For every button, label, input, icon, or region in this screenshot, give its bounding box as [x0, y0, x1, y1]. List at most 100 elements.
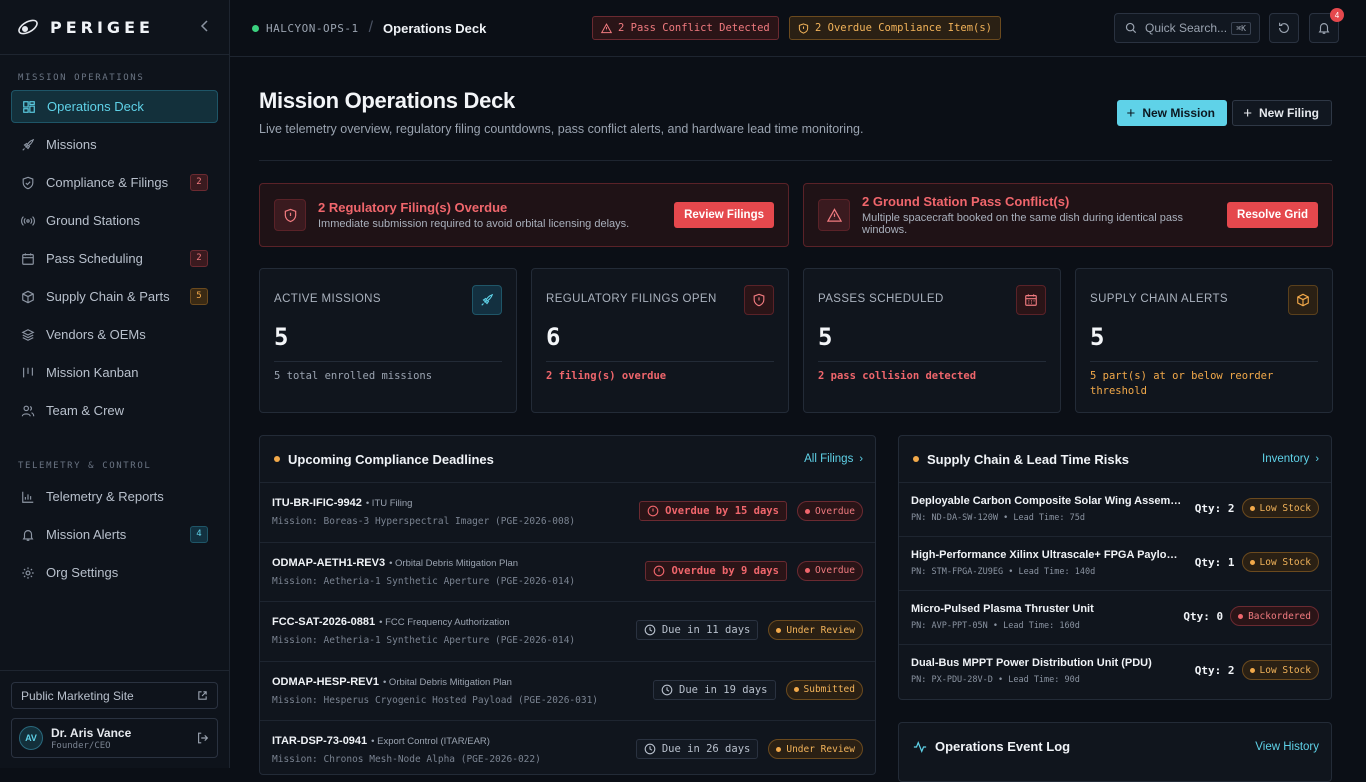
- status-badge: Under Review: [768, 620, 863, 640]
- status-badge: Low Stock: [1241, 660, 1319, 680]
- list-item[interactable]: Micro-Pulsed Plasma Thruster Unit PN: AV…: [899, 591, 1331, 645]
- count-badge: 2: [190, 250, 208, 267]
- refresh-button[interactable]: [1269, 13, 1299, 43]
- stat-card-filings-open[interactable]: REGULATORY FILINGS OPEN 6 2 filing(s) ov…: [531, 268, 789, 413]
- pass-conflict-chip[interactable]: 2 Pass Conflict Detected: [592, 16, 779, 40]
- stat-value: 6: [546, 323, 561, 351]
- resolve-grid-button[interactable]: Resolve Grid: [1227, 202, 1318, 228]
- sidebar-item-pass-scheduling[interactable]: Pass Scheduling 2: [11, 242, 218, 275]
- filing-id: ITAR-DSP-73-0941: [272, 735, 368, 747]
- inventory-link[interactable]: Inventory ›: [1262, 453, 1319, 465]
- users-icon: [21, 405, 35, 416]
- pass-conflict-banner: 2 Ground Station Pass Conflict(s) Multip…: [803, 183, 1333, 247]
- collapse-sidebar-icon[interactable]: [197, 19, 213, 35]
- banner-description: Immediate submission required to avoid o…: [318, 218, 630, 230]
- banner-title: 2 Ground Station Pass Conflict(s): [862, 194, 1070, 209]
- divider: [274, 361, 502, 362]
- section-title-telemetry-control: TELEMETRY & CONTROL: [18, 461, 152, 471]
- filing-id: ODMAP-AETH1-REV3: [272, 556, 386, 569]
- public-marketing-site-link[interactable]: Public Marketing Site: [11, 682, 218, 709]
- logout-icon[interactable]: [196, 731, 210, 745]
- part-name: Micro-Pulsed Plasma Thruster Unit: [911, 603, 1094, 615]
- due-badge: Due in 19 days: [653, 679, 776, 700]
- new-filing-button[interactable]: + New Filing: [1232, 100, 1332, 126]
- compliance-overdue-chip[interactable]: 2 Overdue Compliance Item(s): [789, 16, 1002, 40]
- status-dot: [804, 568, 810, 573]
- stat-card-active-missions[interactable]: ACTIVE MISSIONS 5 5 total enrolled missi…: [259, 268, 517, 413]
- filing-type: • ITU Filing: [365, 498, 413, 509]
- breadcrumb-current: Operations Deck: [383, 20, 487, 36]
- due-label: Overdue by 9 days: [671, 564, 779, 577]
- sidebar-footer: Public Marketing Site AV Dr. Aris Vance …: [0, 670, 229, 768]
- user-name: Dr. Aris Vance: [51, 725, 132, 740]
- sidebar-item-team-crew[interactable]: Team & Crew: [11, 394, 218, 427]
- sidebar-item-supply-chain[interactable]: Supply Chain & Parts 5: [11, 280, 218, 313]
- compliance-deadlines-panel: Upcoming Compliance Deadlines All Filing…: [259, 435, 876, 775]
- list-item[interactable]: Dual-Bus MPPT Power Distribution Unit (P…: [899, 645, 1331, 699]
- status-dot: [1238, 613, 1244, 619]
- view-history-link[interactable]: View History: [1255, 741, 1319, 753]
- panel-title: Supply Chain & Lead Time Risks: [927, 451, 1130, 467]
- clock-icon: [644, 624, 656, 636]
- workspace-name[interactable]: HALCYON-OPS-1: [266, 22, 359, 35]
- new-mission-button[interactable]: + New Mission: [1116, 100, 1227, 126]
- layers-icon: [21, 328, 35, 341]
- quick-search-input[interactable]: Quick Search... ⌘K: [1114, 13, 1260, 43]
- panel-header: Operations Event Log View History: [899, 723, 1331, 770]
- sidebar-item-ground-stations[interactable]: Ground Stations: [11, 204, 218, 237]
- rocket-icon: [22, 138, 35, 151]
- due-label: Overdue by 15 days: [665, 505, 779, 517]
- list-item[interactable]: Deployable Carbon Composite Solar Wing A…: [899, 483, 1331, 537]
- part-qty: Qty: 0: [1183, 609, 1224, 623]
- sidebar-item-missions[interactable]: Missions: [11, 128, 218, 161]
- count-badge: 4: [190, 526, 208, 543]
- link-label: Inventory: [1262, 453, 1310, 465]
- list-item[interactable]: High-Performance Xilinx Ultrascale+ FPGA…: [899, 537, 1331, 591]
- sidebar-item-compliance-filings[interactable]: Compliance & Filings 2: [11, 166, 218, 199]
- table-row[interactable]: ITAR-DSP-73-0941 • Export Control (ITAR/E…: [260, 721, 875, 774]
- shield-alert-icon: [744, 285, 774, 315]
- filing-mission: Mission: Aetheria-1 Synthetic Aperture (…: [272, 635, 576, 646]
- user-card[interactable]: AV Dr. Aris Vance Founder/CEO: [11, 718, 218, 758]
- banner-title: 2 Regulatory Filing(s) Overdue: [318, 200, 508, 215]
- alert-circle-icon: [654, 565, 665, 576]
- pass-conflict-chip-label: 2 Pass Conflict Detected: [618, 22, 770, 34]
- table-row[interactable]: ODMAP-HESP-REV1 • Orbital Debris Mitigati…: [260, 662, 875, 721]
- sidebar-item-operations-deck[interactable]: Operations Deck: [11, 90, 218, 123]
- table-row[interactable]: ITU-BR-IFIC-9942 • ITU Filing Mission: Bo…: [260, 483, 875, 543]
- stat-card-supply-alerts[interactable]: SUPPLY CHAIN ALERTS 5 5 part(s) at or be…: [1075, 268, 1333, 413]
- filing-type: • FCC Frequency Authorization: [379, 617, 510, 628]
- table-row[interactable]: FCC-SAT-2026-0881 • FCC Frequency Authori…: [260, 602, 875, 662]
- sidebar-item-vendors[interactable]: Vendors & OEMs: [11, 318, 218, 351]
- package-icon: [22, 290, 34, 303]
- stat-value: 5: [1090, 323, 1105, 351]
- review-filings-button[interactable]: Review Filings: [674, 202, 774, 228]
- page-header: Mission Operations Deck Live telemetry o…: [259, 57, 1332, 161]
- stat-note: 5 part(s) at or below reorder threshold: [1090, 370, 1274, 397]
- filing-id: FCC-SAT-2026-0881: [272, 616, 376, 628]
- part-meta: PN: PX-PDU-28V-D • Lead Time: 90d: [911, 675, 1080, 685]
- sidebar-item-mission-alerts[interactable]: Mission Alerts 4: [11, 518, 218, 551]
- part-name: Dual-Bus MPPT Power Distribution Unit (P…: [911, 657, 1152, 669]
- filing-mission: Mission: Aetheria-1 Synthetic Aperture (…: [272, 575, 576, 587]
- filing-id: ODMAP-HESP-REV1: [272, 675, 379, 688]
- all-filings-link[interactable]: All Filings ›: [804, 453, 863, 465]
- status-label: Overdue: [814, 565, 855, 576]
- new-filing-label: New Filing: [1259, 106, 1319, 120]
- plus-icon: +: [1126, 104, 1136, 122]
- table-row[interactable]: ODMAP-AETH1-REV3 • Orbital Debris Mitigat…: [260, 543, 875, 602]
- sidebar-item-org-settings[interactable]: Org Settings: [11, 556, 218, 589]
- alert-banners: 2 Regulatory Filing(s) Overdue Immediate…: [259, 183, 1333, 247]
- sidebar-item-telemetry-reports[interactable]: Telemetry & Reports: [11, 480, 218, 513]
- stat-value: 5: [274, 323, 289, 351]
- chevron-right-icon: ›: [1315, 453, 1319, 465]
- marketing-link-label: Public Marketing Site: [21, 688, 134, 703]
- due-badge: Overdue by 9 days: [645, 560, 787, 581]
- notifications-button[interactable]: 4: [1309, 8, 1344, 43]
- sidebar-item-label: Telemetry & Reports: [46, 489, 164, 504]
- stat-card-passes-scheduled[interactable]: PASSES SCHEDULED 5 2 pass collision dete…: [803, 268, 1061, 413]
- part-qty: Qty: 2: [1194, 663, 1235, 677]
- count-badge: 5: [190, 288, 208, 305]
- sidebar-item-mission-kanban[interactable]: Mission Kanban: [11, 356, 218, 389]
- stat-note: 2 pass collision detected: [818, 370, 977, 382]
